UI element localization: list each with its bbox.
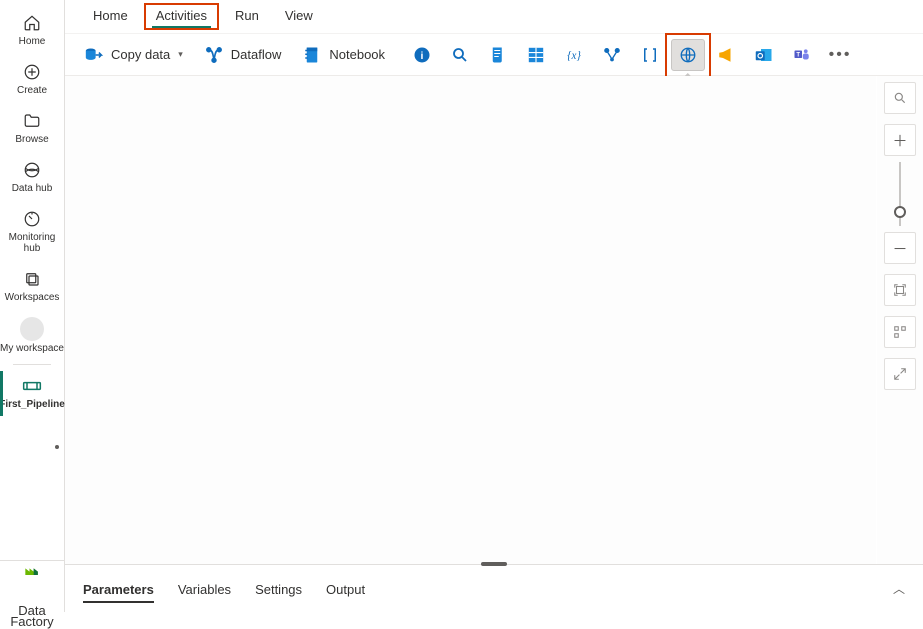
globe-icon bbox=[679, 46, 697, 64]
ellipsis-icon: ••• bbox=[829, 46, 852, 64]
rail-datafactory[interactable]: Data Factory bbox=[0, 560, 64, 608]
toolbar-label: Dataflow bbox=[231, 47, 282, 62]
zoom-thumb[interactable] bbox=[894, 206, 906, 218]
svg-text:T: T bbox=[796, 52, 800, 58]
status-dot-icon bbox=[55, 445, 59, 449]
rail-label: Create bbox=[17, 85, 47, 96]
web-activity-button[interactable] bbox=[671, 39, 705, 71]
datafactory-icon bbox=[21, 561, 43, 579]
rail-home[interactable]: Home bbox=[0, 6, 64, 55]
rail-workspaces[interactable]: Workspaces bbox=[0, 262, 64, 311]
svg-text:i: i bbox=[421, 49, 424, 61]
onelake-icon bbox=[21, 159, 43, 181]
webhook-activity-button[interactable] bbox=[709, 39, 743, 71]
script-activity-button[interactable] bbox=[481, 39, 515, 71]
main-area: Home Activities Run View Copy data ▾ Dat… bbox=[65, 0, 923, 612]
bottom-tab-settings[interactable]: Settings bbox=[255, 568, 302, 609]
outlook-activity-button[interactable] bbox=[747, 39, 781, 71]
search-icon bbox=[451, 46, 469, 64]
ribbon-tabs: Home Activities Run View bbox=[65, 0, 923, 34]
azure-activity-button[interactable] bbox=[595, 39, 629, 71]
rail-label: Browse bbox=[15, 134, 48, 145]
pipeline-icon bbox=[21, 375, 43, 397]
bottom-tab-variables[interactable]: Variables bbox=[178, 568, 231, 609]
pipeline-canvas[interactable] bbox=[65, 76, 877, 564]
search-activity-button[interactable] bbox=[443, 39, 477, 71]
info-circle-icon: i bbox=[413, 46, 431, 64]
functions-activity-button[interactable] bbox=[633, 39, 667, 71]
left-nav-rail: Home Create Browse Data hub Monitoring h… bbox=[0, 0, 65, 612]
workspaces-icon bbox=[21, 268, 43, 290]
tab-activities[interactable]: Activities bbox=[144, 3, 219, 30]
brackets-icon bbox=[641, 46, 659, 64]
bottom-tab-output[interactable]: Output bbox=[326, 568, 365, 609]
tab-home[interactable]: Home bbox=[83, 3, 138, 30]
bottom-panel: Parameters Variables Settings Output ︿ bbox=[65, 564, 923, 612]
toolbar-label: Notebook bbox=[329, 47, 385, 62]
rail-monitoring[interactable]: Monitoring hub bbox=[0, 202, 64, 262]
monitor-icon bbox=[21, 208, 43, 230]
chevron-down-icon: ▾ bbox=[178, 49, 183, 60]
rail-label: Data hub bbox=[12, 183, 53, 194]
tab-run[interactable]: Run bbox=[225, 3, 269, 30]
home-icon bbox=[21, 12, 43, 34]
canvas-tools: ＋ － bbox=[877, 76, 923, 564]
rail-my-workspace[interactable]: My workspace bbox=[0, 311, 64, 362]
svg-text:{x}: {x} bbox=[567, 50, 581, 62]
teams-icon: T bbox=[793, 46, 811, 64]
dataflow-icon bbox=[203, 44, 225, 66]
rail-label: Home bbox=[19, 36, 46, 47]
canvas-area: ＋ － bbox=[65, 76, 923, 564]
rail-label: Workspaces bbox=[5, 292, 60, 303]
megaphone-icon bbox=[717, 46, 735, 64]
fullscreen-button[interactable] bbox=[884, 358, 916, 390]
variable-icon: {x} bbox=[565, 46, 583, 64]
zoom-slider[interactable] bbox=[899, 162, 901, 226]
avatar-icon bbox=[20, 317, 44, 341]
activities-toolbar: Copy data ▾ Dataflow Notebook i {x} bbox=[65, 34, 923, 76]
toolbar-label: Copy data bbox=[111, 47, 170, 62]
rail-pipeline[interactable]: First_Pipeline bbox=[0, 369, 64, 418]
rail-label: First_Pipeline bbox=[0, 399, 65, 410]
bottom-tab-parameters[interactable]: Parameters bbox=[83, 568, 154, 609]
web-activity-highlight: Web bbox=[671, 39, 705, 71]
rail-separator bbox=[13, 364, 51, 365]
collapse-panel-button[interactable]: ︿ bbox=[893, 580, 905, 597]
panel-resize-handle[interactable] bbox=[481, 562, 507, 566]
zoom-out-button[interactable]: － bbox=[884, 232, 916, 264]
folder-icon bbox=[21, 110, 43, 132]
rail-datahub[interactable]: Data hub bbox=[0, 153, 64, 202]
rail-browse[interactable]: Browse bbox=[0, 104, 64, 153]
zoom-in-button[interactable]: ＋ bbox=[884, 124, 916, 156]
rail-label: Data Factory bbox=[10, 605, 53, 627]
dataflow-button[interactable]: Dataflow bbox=[195, 39, 290, 71]
rail-create[interactable]: Create bbox=[0, 55, 64, 104]
rail-label: My workspace bbox=[0, 343, 64, 354]
tab-view[interactable]: View bbox=[275, 3, 323, 30]
table-icon bbox=[527, 46, 545, 64]
variable-activity-button[interactable]: {x} bbox=[557, 39, 591, 71]
plus-circle-icon bbox=[21, 61, 43, 83]
copy-data-button[interactable]: Copy data ▾ bbox=[75, 39, 191, 71]
outlook-icon bbox=[755, 46, 773, 64]
script-icon bbox=[489, 46, 507, 64]
stored-proc-activity-button[interactable] bbox=[519, 39, 553, 71]
canvas-search-button[interactable] bbox=[884, 82, 916, 114]
fit-screen-button[interactable] bbox=[884, 274, 916, 306]
more-activities-button[interactable]: ••• bbox=[823, 39, 857, 71]
lookup-activity-button[interactable]: i bbox=[405, 39, 439, 71]
nodes-icon bbox=[603, 46, 621, 64]
notebook-button[interactable]: Notebook bbox=[293, 39, 393, 71]
copy-data-icon bbox=[83, 44, 105, 66]
notebook-icon bbox=[301, 44, 323, 66]
rail-label: Monitoring hub bbox=[0, 232, 64, 254]
auto-align-button[interactable] bbox=[884, 316, 916, 348]
teams-activity-button[interactable]: T bbox=[785, 39, 819, 71]
